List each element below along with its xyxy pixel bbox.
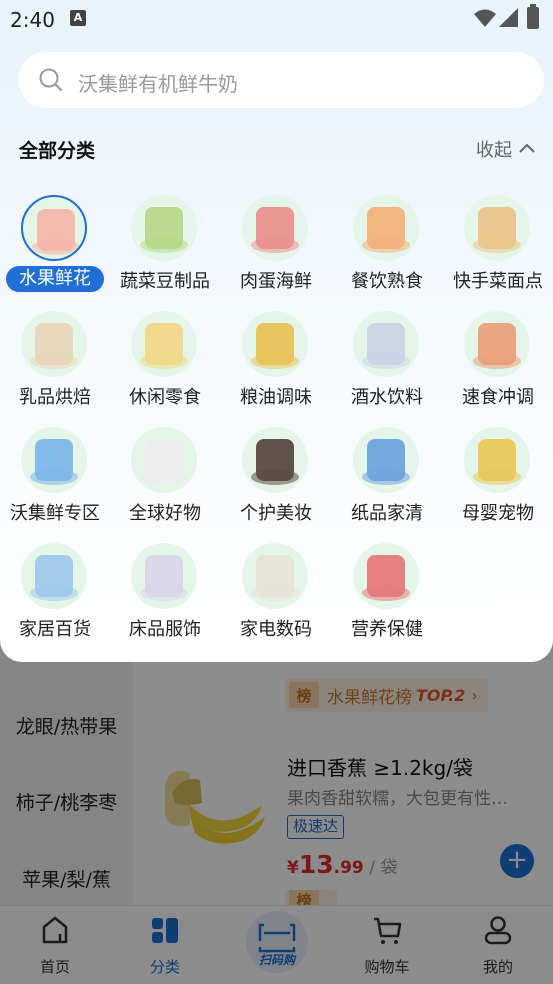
category-item[interactable]: 肉蛋海鲜	[221, 195, 331, 295]
category-item[interactable]: 母婴宠物	[443, 427, 553, 527]
category-item[interactable]: 床品服饰	[110, 543, 220, 643]
category-item[interactable]: 快手菜面点	[443, 195, 553, 295]
tissue-pack-icon	[353, 427, 419, 493]
search-input[interactable]: 沃集鲜有机鲜牛奶	[78, 68, 238, 97]
category-item[interactable]: 沃集鲜专区	[0, 427, 110, 527]
lettuce-tofu-icon	[131, 195, 197, 261]
category-item[interactable]: 蔬菜豆制品	[110, 195, 220, 295]
spray-bottle-icon	[21, 543, 87, 609]
category-item[interactable]: 酒水饮料	[332, 311, 442, 411]
category-sheet: 2:40 A 沃集鲜有机鲜牛奶 全部分类 收起 水果鲜花 蔬菜豆制品 肉蛋海鲜 餐饮熟…	[0, 0, 553, 662]
cream-jar-icon	[131, 427, 197, 493]
category-item[interactable]: 个护美妆	[221, 427, 331, 527]
chevron-up-icon[interactable]	[518, 140, 536, 156]
category-label: 酒水饮料	[351, 387, 423, 408]
category-item[interactable]: 速食冲调	[443, 311, 553, 411]
gift-box-icon	[353, 543, 419, 609]
walmart-basket-icon	[21, 427, 87, 493]
milk-bagel-icon	[21, 311, 87, 377]
section-title: 全部分类	[19, 140, 96, 162]
collapse-button[interactable]: 收起	[476, 136, 512, 162]
category-item[interactable]: 粮油调味	[221, 311, 331, 411]
grapefruit-icon	[21, 195, 87, 261]
cellular-icon	[499, 8, 518, 27]
category-item[interactable]: 休闲零食	[110, 311, 220, 411]
search-icon	[39, 68, 63, 92]
wifi-icon	[474, 9, 496, 27]
category-label: 母婴宠物	[462, 503, 534, 524]
status-bar: 2:40 A	[0, 0, 553, 38]
drink-bottles-icon	[353, 311, 419, 377]
battery-icon	[527, 4, 539, 29]
category-item[interactable]: 餐饮熟食	[332, 195, 442, 295]
category-label: 床品服饰	[129, 619, 201, 640]
category-label: 粮油调味	[240, 387, 312, 408]
category-item[interactable]: 水果鲜花	[0, 195, 110, 295]
formula-can-icon	[464, 427, 530, 493]
category-label: 个护美妆	[240, 503, 312, 524]
category-label: 快手菜面点	[453, 271, 543, 292]
noodle-pack-icon	[464, 195, 530, 261]
app-screen: 龙眼/热带果 柿子/桃李枣 苹果/梨/蕉 榜 水果鲜花榜 TOP.2 › 进口香…	[0, 0, 553, 984]
category-label: 全球好物	[129, 503, 201, 524]
status-time: 2:40	[10, 8, 55, 32]
category-item[interactable]: 全球好物	[110, 427, 220, 527]
pump-bottle-icon	[242, 427, 308, 493]
heater-icon	[242, 543, 308, 609]
category-label: 家电数码	[240, 619, 312, 640]
instant-noodle-icon	[464, 311, 530, 377]
category-item[interactable]: 家居百货	[0, 543, 110, 643]
notification-icon: A	[70, 10, 86, 26]
category-label: 纸品家清	[351, 503, 423, 524]
oil-bottle-icon	[242, 311, 308, 377]
snack-icon	[131, 311, 197, 377]
category-label: 蔬菜豆制品	[120, 271, 210, 292]
category-label: 乳品烘焙	[19, 387, 91, 408]
category-label: 餐饮熟食	[351, 271, 423, 292]
category-item[interactable]: 纸品家清	[332, 427, 442, 527]
meat-icon	[242, 195, 308, 261]
sausage-icon	[353, 195, 419, 261]
category-label: 沃集鲜专区	[10, 503, 100, 524]
category-label: 肉蛋海鲜	[240, 271, 312, 292]
category-item[interactable]: 家电数码	[221, 543, 331, 643]
search-bar[interactable]: 沃集鲜有机鲜牛奶	[18, 52, 544, 108]
category-item[interactable]: 营养保健	[332, 543, 442, 643]
category-label: 家居百货	[19, 619, 91, 640]
category-label: 休闲零食	[129, 387, 201, 408]
category-label: 营养保健	[351, 619, 423, 640]
category-label: 水果鲜花	[6, 266, 104, 292]
category-item[interactable]: 乳品烘焙	[0, 311, 110, 411]
bedding-icon	[131, 543, 197, 609]
category-label: 速食冲调	[462, 387, 534, 408]
